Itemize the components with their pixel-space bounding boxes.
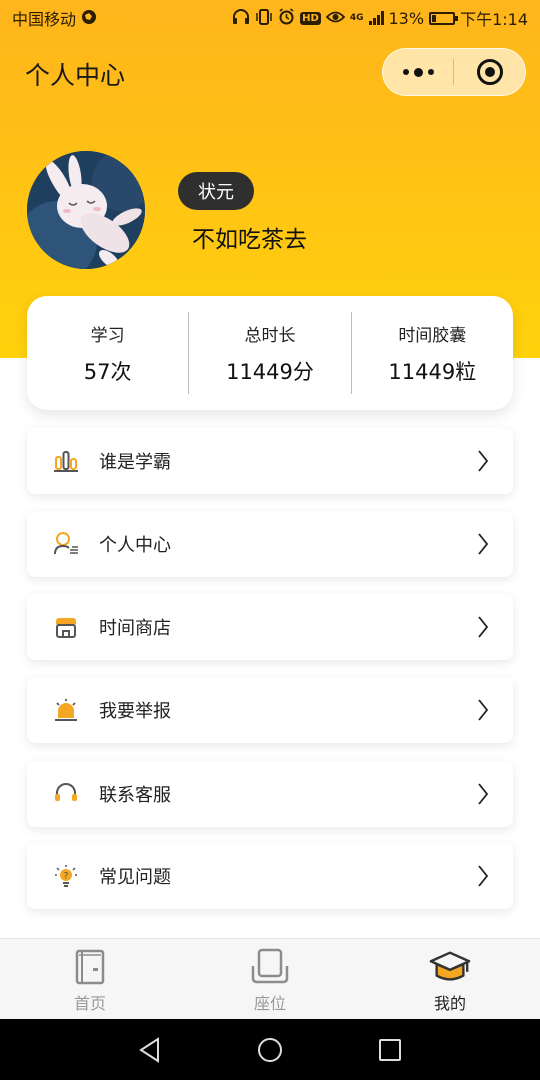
menu-label: 联系客服: [99, 785, 171, 806]
graduation-cap-icon: [429, 947, 471, 987]
tab-seat[interactable]: 座位: [180, 939, 360, 1019]
stats-card: 学习 57次 总时长 11449分 时间胶囊 11449粒: [27, 296, 513, 410]
network-type: 4G: [349, 12, 364, 23]
headset-icon: [53, 781, 79, 807]
chevron-right-icon: [477, 614, 491, 640]
menu-label: 时间商店: [99, 618, 171, 639]
ranking-bars-icon: [53, 448, 79, 474]
menu-label: 常见问题: [99, 867, 171, 888]
tab-label: 座位: [253, 994, 286, 1013]
hd-icon: HD: [300, 11, 321, 25]
alarm-icon: [278, 8, 295, 28]
stat-label: 时间胶囊: [398, 325, 467, 346]
stat-time-capsule: 时间胶囊 11449粒: [352, 312, 513, 394]
menu-item-customer-service[interactable]: 联系客服: [27, 761, 513, 827]
lightbulb-icon: ?: [53, 863, 79, 889]
tab-label: 首页: [73, 994, 106, 1013]
stat-total-duration: 总时长 11449分: [189, 312, 352, 394]
tab-home[interactable]: 首页: [0, 939, 180, 1019]
store-icon: [53, 614, 79, 640]
tab-bar: 首页 座位 我的: [0, 938, 540, 1019]
menu-item-report[interactable]: 我要举报: [27, 677, 513, 743]
user-profile-icon: [53, 531, 79, 557]
menu-item-personal-center[interactable]: 个人中心: [27, 511, 513, 577]
battery-percent: 13%: [388, 8, 425, 28]
stat-value: 57次: [83, 359, 132, 384]
stat-study-count: 学习 57次: [27, 312, 190, 394]
tab-label: 我的: [433, 994, 466, 1013]
target-close-icon[interactable]: [454, 49, 525, 95]
page-title: 个人中心: [25, 61, 126, 90]
signal-icon: [368, 11, 384, 25]
nickname: 不如吃茶去: [192, 227, 307, 253]
chevron-right-icon: [477, 781, 491, 807]
title-badge: 状元: [178, 172, 254, 210]
headphones-icon: [232, 8, 250, 28]
stat-label: 总时长: [244, 325, 296, 346]
clock: 下午1:14: [460, 10, 528, 29]
chevron-right-icon: [477, 863, 491, 889]
vibrate-icon: [255, 8, 273, 28]
menu-item-top-scholar[interactable]: 谁是学霸: [27, 428, 513, 494]
tab-mine[interactable]: 我的: [360, 939, 540, 1019]
recents-icon[interactable]: [370, 1030, 410, 1070]
svg-text:?: ?: [64, 872, 69, 882]
status-bar: 中国移动 HD 4G 13% 下午1:14: [0, 0, 540, 36]
stat-label: 学习: [90, 325, 125, 346]
menu-label: 谁是学霸: [99, 452, 171, 473]
stat-value: 11449粒: [388, 359, 477, 384]
avatar[interactable]: [27, 151, 145, 269]
chevron-right-icon: [477, 448, 491, 474]
menu-item-faq[interactable]: ? 常见问题: [27, 843, 513, 909]
battery-icon: [429, 11, 459, 25]
chevron-right-icon: [477, 697, 491, 723]
home-icon[interactable]: [250, 1030, 290, 1070]
carrier-label: 中国移动: [12, 10, 77, 29]
menu-label: 个人中心: [99, 535, 171, 556]
menu-label: 我要举报: [99, 701, 171, 722]
alarm-siren-icon: [53, 697, 79, 723]
globe-icon: [81, 9, 97, 28]
system-navigation-bar: [0, 1019, 540, 1080]
more-dots-icon[interactable]: [383, 49, 453, 95]
seat-icon: [249, 947, 291, 987]
stat-value: 11449分: [226, 359, 314, 384]
back-icon[interactable]: [130, 1030, 170, 1070]
menu-item-time-store[interactable]: 时间商店: [27, 594, 513, 660]
book-icon: [69, 947, 111, 987]
eye-icon: [325, 10, 346, 27]
chevron-right-icon: [477, 531, 491, 557]
mini-program-capsule: [382, 48, 526, 96]
